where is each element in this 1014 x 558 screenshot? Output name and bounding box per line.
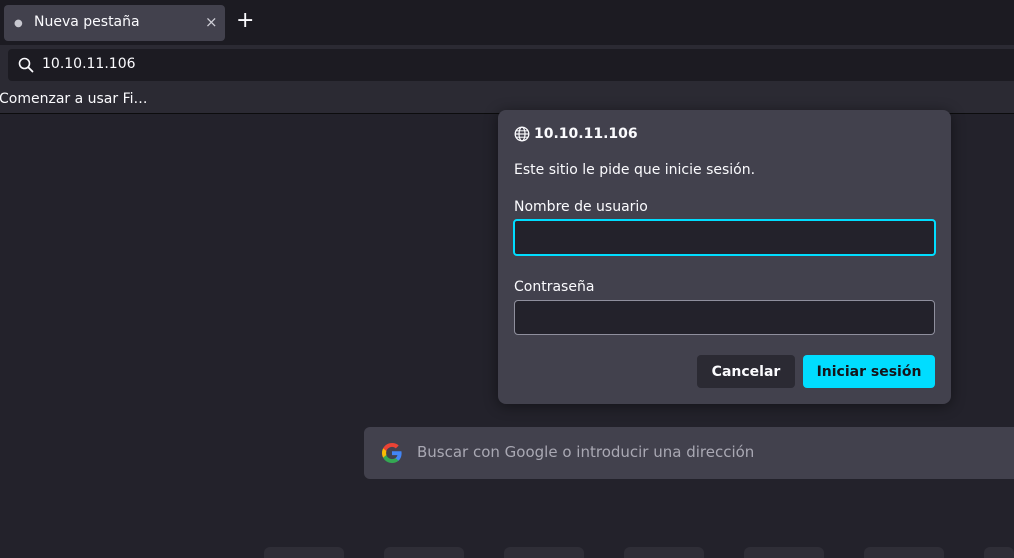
bookmark-comenzar[interactable]: Comenzar a usar Fi… (0, 91, 148, 107)
shortcut-tile[interactable] (984, 547, 1014, 558)
tab-nueva-pestana[interactable]: ● Nueva pestaña × (4, 5, 225, 41)
dialog-message: Este sitio le pide que inicie sesión. (514, 162, 756, 178)
shortcut-tile[interactable] (264, 547, 344, 558)
shortcut-tile[interactable] (504, 547, 584, 558)
shortcut-tile[interactable] (384, 547, 464, 558)
username-label: Nombre de usuario (514, 199, 648, 215)
close-tab-icon[interactable]: × (205, 13, 218, 31)
tab-favicon-dot: ● (14, 18, 23, 29)
cancel-button[interactable]: Cancelar (697, 355, 795, 388)
globe-icon (514, 126, 530, 142)
shortcut-tile[interactable] (624, 547, 704, 558)
shortcut-tile[interactable] (864, 547, 944, 558)
auth-dialog: 10.10.11.106 Este sitio le pide que inic… (498, 110, 951, 404)
tab-title: Nueva pestaña (34, 14, 140, 30)
password-label: Contraseña (514, 279, 595, 295)
login-button[interactable]: Iniciar sesión (803, 355, 935, 388)
password-field[interactable] (514, 300, 935, 335)
tab-strip: ● Nueva pestaña × + (0, 0, 1014, 45)
shortcut-tile[interactable] (744, 547, 824, 558)
new-tab-button[interactable]: + (236, 8, 254, 34)
search-box[interactable]: Buscar con Google o introducir una direc… (364, 427, 1014, 479)
browser-window: ● Nueva pestaña × + 10.10.11.106 Comenza… (0, 0, 1014, 558)
dialog-host: 10.10.11.106 (534, 126, 638, 142)
nav-bar: 10.10.11.106 (0, 45, 1014, 85)
google-icon (382, 443, 402, 463)
search-placeholder: Buscar con Google o introducir una direc… (417, 443, 755, 461)
username-field[interactable] (513, 219, 936, 256)
url-text[interactable]: 10.10.11.106 (42, 56, 136, 72)
search-icon (18, 57, 34, 73)
url-bar[interactable]: 10.10.11.106 (8, 49, 1014, 81)
